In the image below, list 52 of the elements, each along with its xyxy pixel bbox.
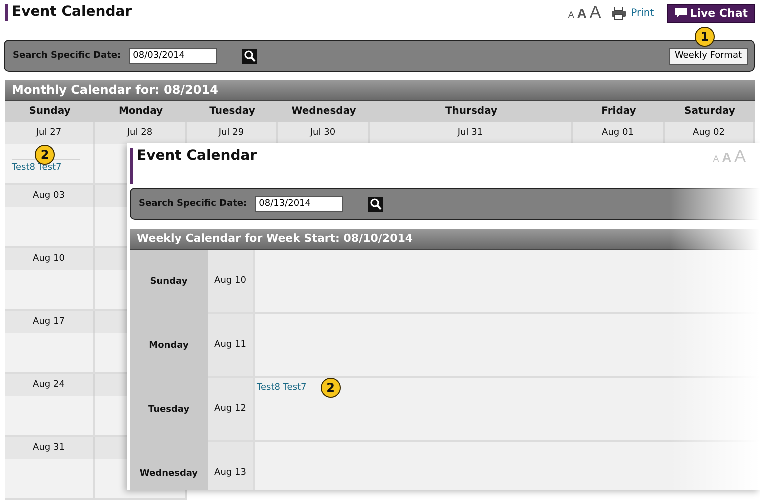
weekly-format-button[interactable]: Weekly Format <box>668 48 748 64</box>
search-label: Search Specific Date: <box>13 51 122 61</box>
date-cell: Aug 02 <box>665 122 755 144</box>
date-cell: Jul 30 <box>278 122 370 144</box>
column-header: Saturday <box>665 101 755 122</box>
search-button[interactable] <box>242 48 258 64</box>
date-cell: Aug 24 <box>5 374 95 396</box>
date-cell: Aug 17 <box>5 311 95 333</box>
day-cell: Sunday <box>130 250 208 314</box>
column-header: Sunday <box>5 101 95 122</box>
date-cell: Aug 01 <box>573 122 665 144</box>
live-chat-button[interactable]: Live Chat <box>667 4 755 22</box>
speech-bubble-icon <box>674 7 688 19</box>
date-field[interactable]: 08/03/2014 <box>129 48 218 64</box>
date-cell: Jul 28 <box>95 122 187 144</box>
date-cell: Aug 10 <box>208 250 255 314</box>
font-size-link[interactable]: A <box>568 10 574 20</box>
column-header: Wednesday <box>278 101 370 122</box>
calendar-header: Monthly Calendar for: 08/2014 <box>5 80 755 101</box>
date-cell: Aug 10 <box>5 248 95 270</box>
date-cell: Aug 13 <box>208 442 255 490</box>
date-cell: Aug 12 <box>208 378 255 442</box>
day-cell: Tuesday <box>130 378 208 442</box>
printer-icon[interactable] <box>612 6 626 20</box>
column-header: Thursday <box>370 101 573 122</box>
font-size-link[interactable]: A <box>590 3 602 23</box>
day-cell: Monday <box>130 314 208 378</box>
column-header: Tuesday <box>187 101 278 122</box>
date-cell: Aug 03 <box>5 185 95 207</box>
callout-badge: 1 <box>694 26 715 46</box>
day-cell: Wednesday <box>130 442 208 490</box>
search-label: Search Specific Date: <box>139 199 248 209</box>
search-icon <box>368 196 384 212</box>
date-cell: Jul 27 <box>5 122 95 144</box>
page-title: Event Calendar <box>5 4 132 21</box>
callout-badge: 2 <box>320 378 341 398</box>
event-link[interactable]: Test8 Test7 <box>12 163 62 173</box>
event-link[interactable]: Test8 Test7 <box>257 383 307 393</box>
date-field[interactable]: 08/13/2014 <box>255 196 344 212</box>
calendar-header: Weekly Calendar for Week Start: 08/10/2014 <box>130 229 760 250</box>
column-header: Friday <box>573 101 665 122</box>
date-cell: Aug 31 <box>5 437 95 459</box>
page-title: Event Calendar <box>130 148 258 184</box>
print-link[interactable]: Print <box>631 8 654 18</box>
callout-badge: 2 <box>35 145 55 165</box>
column-header: Monday <box>95 101 187 122</box>
search-button[interactable] <box>368 196 384 212</box>
font-size-link[interactable]: A <box>577 6 587 21</box>
date-cell: Aug 11 <box>208 314 255 378</box>
date-cell: Jul 29 <box>187 122 278 144</box>
date-cell: Jul 31 <box>370 122 573 144</box>
search-icon <box>242 48 258 64</box>
